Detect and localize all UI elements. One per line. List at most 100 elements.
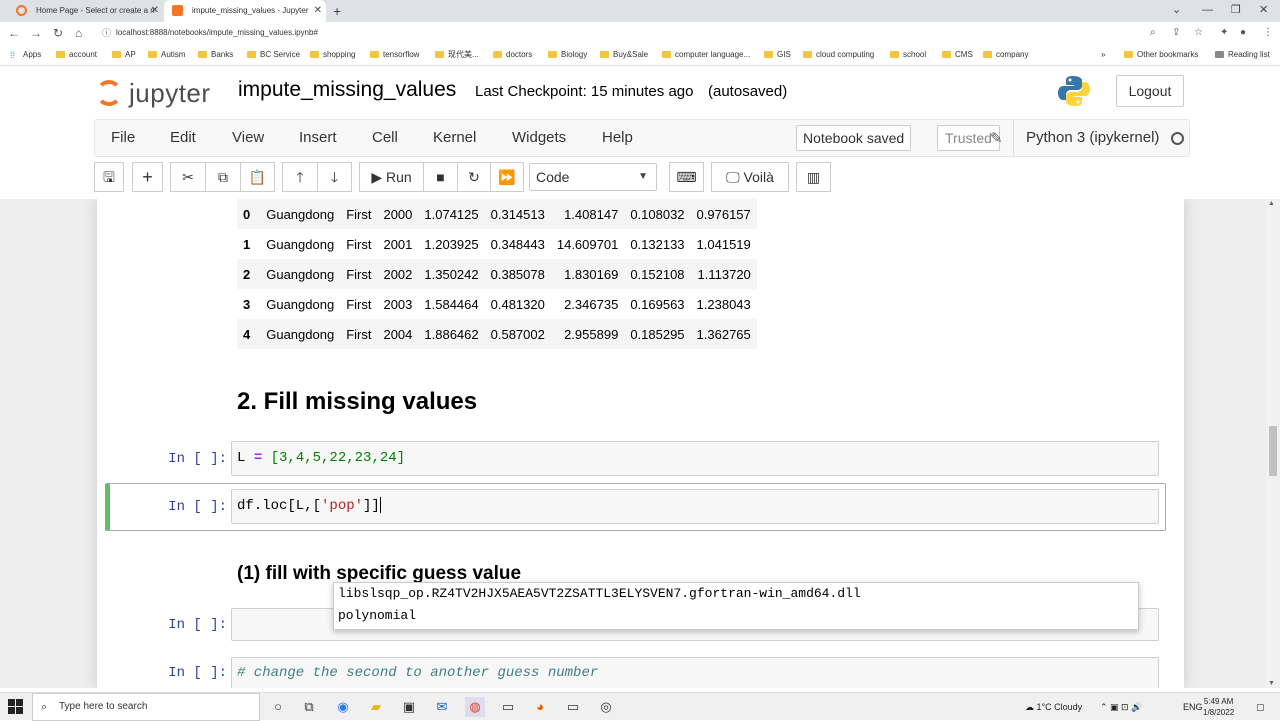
weather-widget[interactable]: ☁ 1°C Cloudy (1025, 693, 1082, 721)
new-tab-icon[interactable]: + (333, 0, 341, 22)
cortana-icon[interactable]: ○ (268, 697, 288, 717)
bookmark-apps[interactable]: ⁞⁞ Apps (10, 44, 41, 66)
extensions-icon[interactable]: ✦ (1220, 24, 1228, 42)
bookmark-folder[interactable]: tensorflow (370, 44, 419, 66)
bookmark-folder[interactable]: computer language... (662, 44, 750, 66)
windows-start-icon[interactable] (8, 699, 24, 715)
scrollbar-thumb[interactable] (1269, 426, 1277, 476)
close-tab-icon[interactable]: ✕ (151, 0, 159, 22)
menu-file[interactable]: File (111, 120, 135, 156)
tray-icons[interactable]: ⌃ ▣ ⊡ 🔊 (1100, 693, 1142, 721)
menu-widgets[interactable]: Widgets (512, 120, 566, 156)
close-tab-icon[interactable]: ✕ (314, 0, 322, 22)
run-button[interactable]: ▶ Run (359, 162, 424, 192)
chrome-icon[interactable]: ◍ (465, 697, 485, 717)
cell-input[interactable]: # change the second to another guess num… (231, 657, 1159, 688)
completion-option[interactable]: polynomial (334, 605, 1138, 627)
tab-search-icon[interactable]: ⌄ (1172, 0, 1181, 20)
code-cell[interactable]: In [ ]: # change the second to another g… (105, 657, 1166, 688)
browser-tab-home[interactable]: Home Page - Select or create a n ✕ (8, 0, 163, 22)
notifications-icon[interactable]: ▢ (1256, 693, 1265, 721)
menu-view[interactable]: View (232, 120, 264, 156)
bookmark-folder[interactable]: 现代美... (435, 44, 479, 66)
chart-button[interactable]: ▥ (796, 162, 831, 192)
menu-edit[interactable]: Edit (170, 120, 196, 156)
minimize-icon[interactable]: — (1202, 0, 1213, 20)
browser-tab-notebook[interactable]: impute_missing_values - Jupyter ✕ (164, 0, 326, 22)
share-icon[interactable]: ⇪ (1172, 24, 1180, 42)
bookmark-folder[interactable]: school (890, 44, 926, 66)
forward-icon[interactable]: → (30, 24, 42, 42)
bookmark-folder[interactable]: Banks (198, 44, 233, 66)
store-icon[interactable]: ▣ (399, 697, 419, 717)
bookmark-folder[interactable]: Buy&Sale (600, 44, 648, 66)
terminal-icon[interactable]: ▭ (498, 697, 518, 717)
bookmark-folder[interactable]: account (56, 44, 97, 66)
edit-pencil-icon[interactable]: ✎ (990, 129, 1003, 147)
move-up-button[interactable]: 🡑 (282, 162, 318, 192)
obs-icon[interactable]: ◎ (596, 697, 616, 717)
menu-help[interactable]: Help (602, 120, 633, 156)
scroll-down-icon[interactable]: ▼ (1268, 680, 1275, 687)
url-field[interactable]: ⓘ localhost:8888/notebooks/impute_missin… (98, 24, 1138, 42)
cell-input[interactable]: L = [3,4,5,22,23,24] (231, 441, 1159, 476)
taskbar-search-box[interactable]: ⌕ Type here to search (32, 693, 260, 721)
paste-button[interactable]: 📋 (240, 162, 275, 192)
window-app-icon[interactable]: ▭ (563, 697, 583, 717)
voila-button[interactable]: 🖵 Voilà (711, 162, 789, 192)
firefox-icon[interactable]: ◕ (530, 697, 550, 717)
menu-insert[interactable]: Insert (299, 120, 337, 156)
input-language[interactable]: ENG (1183, 693, 1203, 721)
home-icon[interactable]: ⌂ (75, 24, 82, 42)
menu-cell[interactable]: Cell (372, 120, 398, 156)
bookmark-folder[interactable]: CMS (942, 44, 973, 66)
system-clock[interactable]: 5:49 AM 1/8/2022 (1203, 696, 1234, 718)
reload-icon[interactable]: ↻ (53, 24, 63, 42)
bookmark-folder[interactable]: AP (112, 44, 136, 66)
jupyter-logo[interactable]: jupyter (96, 74, 226, 110)
reading-list[interactable]: Reading list (1215, 44, 1270, 66)
menu-kernel[interactable]: Kernel (433, 120, 476, 156)
zoom-icon[interactable]: ⌕ (1150, 24, 1156, 42)
maximize-icon[interactable]: ❐ (1231, 0, 1241, 20)
bookmark-folder[interactable]: shopping (310, 44, 355, 66)
info-icon[interactable]: ⓘ (102, 24, 111, 42)
restart-run-all-button[interactable]: ⏩ (490, 162, 524, 192)
more-bookmarks-icon[interactable]: » (1101, 44, 1105, 66)
bookmark-folder[interactable]: cloud computing (803, 44, 874, 66)
command-palette-button[interactable]: ⌨ (669, 162, 704, 192)
bookmark-folder[interactable]: Biology (548, 44, 587, 66)
video-app-icon[interactable]: ◉ (333, 697, 353, 717)
bookmark-folder[interactable]: company (983, 44, 1028, 66)
save-button[interactable]: 🖫 (94, 162, 124, 192)
code-cell[interactable]: In [ ]: L = [3,4,5,22,23,24] (105, 441, 1166, 477)
bookmark-folder[interactable]: doctors (493, 44, 532, 66)
back-icon[interactable]: ← (8, 24, 20, 42)
cell-type-select[interactable]: Code ▼ (529, 163, 657, 191)
bookmark-folder[interactable]: GIS (764, 44, 791, 66)
restart-button[interactable]: ↻ (457, 162, 491, 192)
bookmark-folder[interactable]: Autism (148, 44, 185, 66)
vertical-scrollbar[interactable]: ▲ ▼ (1266, 199, 1280, 688)
logout-button[interactable]: Logout (1116, 75, 1184, 107)
cut-button[interactable]: ✂ (170, 162, 206, 192)
cell-input[interactable]: df.loc[L,['pop']] (231, 489, 1159, 524)
notebook-title[interactable]: impute_missing_values (238, 78, 456, 102)
completion-option[interactable]: libslsqp_op.RZ4TV2HJX5AEA5VT2ZSATTL3ELYS… (334, 583, 1138, 605)
close-window-icon[interactable]: ✕ (1259, 0, 1268, 20)
move-down-button[interactable]: 🡓 (317, 162, 352, 192)
bookmark-star-icon[interactable]: ☆ (1194, 24, 1203, 42)
interrupt-button[interactable]: ■ (423, 162, 458, 192)
task-view-icon[interactable]: ⧉ (299, 697, 319, 717)
profile-avatar[interactable]: ● (1240, 24, 1246, 42)
insert-cell-button[interactable]: + (132, 162, 163, 192)
file-explorer-icon[interactable]: ▰ (366, 697, 386, 717)
scroll-up-icon[interactable]: ▲ (1268, 200, 1275, 207)
mail-icon[interactable]: ✉ (432, 697, 452, 717)
code-cell-selected[interactable]: In [ ]: df.loc[L,['pop']] (105, 483, 1166, 531)
copy-button[interactable]: ⧉ (205, 162, 241, 192)
bookmark-other[interactable]: Other bookmarks (1124, 44, 1198, 66)
more-menu-icon[interactable]: ⋮ (1263, 24, 1273, 42)
bookmark-folder[interactable]: BC Service (247, 44, 300, 66)
folder-icon (435, 51, 444, 58)
